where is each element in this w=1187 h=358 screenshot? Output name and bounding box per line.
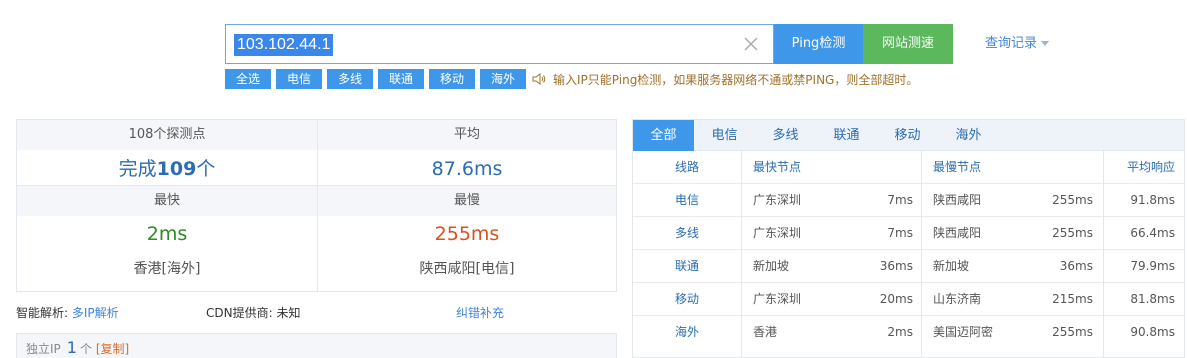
hint-message: 输入IP只能Ping检测，如果服务器网络不通或禁PING，则全部超时。 [532,71,918,88]
cdn-value: 未知 [276,306,301,320]
slow-value: 255ms [434,223,500,245]
header-fast: 最快节点 [753,160,802,174]
info-row: 智能解析: 多IP解析 CDN提供商: 未知 纠错补充 [16,304,617,322]
dns-link[interactable]: 多IP解析 [72,306,119,320]
table-row: 联通 新加坡 36ms 新加坡 36ms 79.9ms [633,250,1184,283]
probe-count-label: 108个探测点 [17,120,317,150]
row-fast-ms: 20ms [879,292,913,306]
divider [317,120,318,291]
row-avg: 90.8ms [1130,325,1175,339]
row-line: 海外 [674,325,699,339]
row-fast-node: 广东深圳 [753,193,802,207]
tab-overseas[interactable]: 海外 [938,120,999,151]
divider [741,151,742,357]
row-fast-node: 新加坡 [753,259,790,273]
filter-telecom[interactable]: 电信 [276,69,322,89]
slow-label: 最慢 [318,186,616,216]
fast-label: 最快 [17,186,317,216]
ip-label: 独立IP [26,342,61,356]
row-avg: 79.9ms [1130,259,1175,273]
row-fast-node: 香港 [753,325,778,339]
results-table: 全部 电信 多线 联通 移动 海外 线路 最快节点 最慢节点 平均响应 电信 广… [632,119,1185,358]
row-slow-node: 美国迈阿密 [933,325,994,339]
header-slow: 最慢节点 [933,160,982,174]
row-fast-ms: 36ms [879,259,913,273]
done-count: 完成109个 [17,156,317,182]
row-fast-ms: 2ms [887,325,913,339]
dns-label: 智能解析: [16,306,69,320]
copy-link[interactable]: [复制] [96,342,129,356]
header-line: 线路 [674,160,699,174]
cdn-label: CDN提供商: [206,306,273,320]
ip-count-box: 独立IP 1 个 [复制] [16,333,617,358]
speed-test-button[interactable]: 网站测速 [863,24,953,64]
row-avg: 66.4ms [1130,226,1175,240]
ping-button[interactable]: Ping检测 [774,24,863,64]
tab-mobile[interactable]: 移动 [877,120,938,151]
ip-count: 1 [66,338,77,357]
filter-multiline[interactable]: 多线 [327,69,373,89]
table-row: 多线 广东深圳 7ms 陕西咸阳 255ms 66.4ms [633,217,1184,250]
row-avg: 81.8ms [1130,292,1175,306]
row-fast-node: 广东深圳 [753,292,802,306]
row-fast-ms: 7ms [887,226,913,240]
cdn-info: CDN提供商: 未知 [206,304,300,321]
ip-search-box[interactable]: 103.102.44.1 [225,24,774,64]
speaker-icon [532,73,546,85]
table-row: 移动 广东深圳 20ms 山东济南 215ms 81.8ms [633,283,1184,316]
row-slow-node: 新加坡 [933,259,970,273]
avg-label: 平均 [318,120,616,150]
tab-unicom[interactable]: 联通 [816,120,877,151]
filter-mobile[interactable]: 移动 [429,69,475,89]
done-number: 109 [156,158,197,180]
caret-down-icon [1041,41,1050,46]
table-row: 海外 香港 2ms 美国迈阿密 255ms 90.8ms [633,316,1184,349]
filter-overseas[interactable]: 海外 [480,69,526,89]
row-slow-ms: 255ms [1052,226,1093,240]
row-fast-node: 广东深圳 [753,226,802,240]
row-slow-ms: 255ms [1052,193,1093,207]
row-line: 移动 [674,292,699,306]
row-slow-ms: 255ms [1052,325,1093,339]
report-link[interactable]: 纠错补充 [456,304,504,321]
summary-panel: 108个探测点 平均 完成109个 87.6ms 最快 最慢 2ms 255ms… [16,119,617,292]
done-suffix: 个 [196,158,216,180]
ip-search-input[interactable]: 103.102.44.1 [234,34,334,56]
row-slow-node: 陕西咸阳 [933,226,982,240]
ip-unit: 个 [79,342,92,356]
clear-icon[interactable] [739,32,763,56]
row-line: 联通 [674,259,699,273]
history-label: 查询记录 [985,36,1038,51]
filter-bar: 全选 电信 多线 联通 移动 海外 输入IP只能Ping检测，如果服务器网络不通… [225,69,918,89]
avg-value: 87.6ms [431,158,503,180]
table-row: 电信 广东深圳 7ms 陕西咸阳 255ms 91.8ms [633,184,1184,217]
row-slow-node: 陕西咸阳 [933,193,982,207]
filter-unicom[interactable]: 联通 [378,69,424,89]
dns-info: 智能解析: 多IP解析 [16,304,119,321]
divider [921,151,922,357]
row-line: 多线 [674,226,699,240]
divider [1103,151,1104,357]
table-header: 线路 最快节点 最慢节点 平均响应 [633,151,1184,184]
row-avg: 91.8ms [1130,193,1175,207]
row-slow-ms: 36ms [1059,259,1093,273]
row-fast-ms: 7ms [887,193,913,207]
row-line: 电信 [674,193,699,207]
hint-text: 输入IP只能Ping检测，如果服务器网络不通或禁PING，则全部超时。 [553,72,919,87]
filter-all[interactable]: 全选 [225,69,271,89]
fast-location: 香港[海外] [133,261,201,277]
history-dropdown[interactable]: 查询记录 [985,24,1050,64]
tab-telecom[interactable]: 电信 [694,120,755,151]
row-slow-node: 山东济南 [933,292,982,306]
tab-multiline[interactable]: 多线 [755,120,816,151]
fast-value: 2ms [146,223,188,245]
row-slow-ms: 215ms [1052,292,1093,306]
header-avg: 平均响应 [1126,160,1175,174]
slow-location: 陕西咸阳[电信] [419,261,515,277]
tab-all[interactable]: 全部 [633,120,694,151]
results-tabs: 全部 电信 多线 联通 移动 海外 [633,120,1184,151]
done-prefix: 完成 [118,158,157,180]
